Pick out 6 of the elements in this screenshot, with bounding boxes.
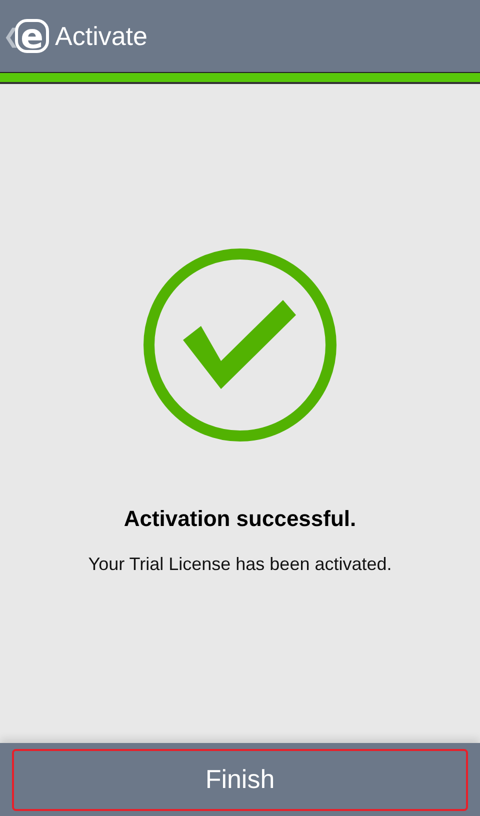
success-check-icon bbox=[143, 248, 337, 442]
result-title: Activation successful. bbox=[124, 506, 356, 532]
result-message: Your Trial License has been activated. bbox=[88, 554, 392, 575]
finish-button[interactable]: Finish bbox=[12, 748, 468, 810]
app-logo: e bbox=[15, 19, 49, 53]
screen-title: Activate bbox=[55, 20, 148, 52]
